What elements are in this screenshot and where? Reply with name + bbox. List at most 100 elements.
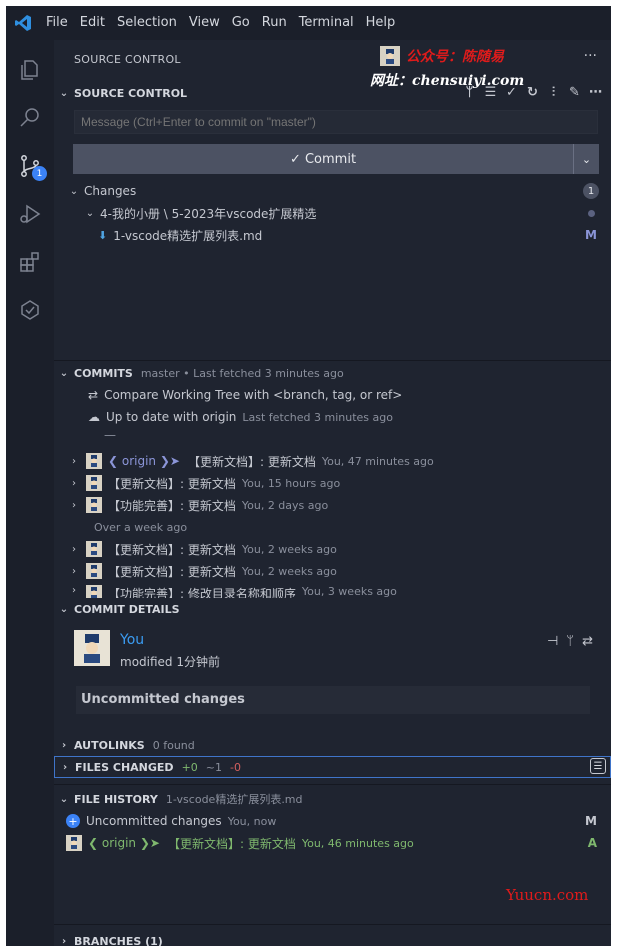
activity-bar: 1 (6, 40, 54, 946)
commit-row[interactable]: › 【更新文档】: 更新文档 You, 2 weeks ago (54, 560, 611, 582)
compare-working-tree[interactable]: ⇄ Compare Working Tree with <branch, tag… (54, 384, 611, 406)
compare-icon[interactable]: ⇄ (582, 634, 593, 649)
author-name[interactable]: You (120, 632, 144, 648)
author-avatar (74, 630, 110, 666)
uncommitted-changes-box: Uncommitted changes (76, 686, 590, 714)
files-changed-inner: › FILES CHANGED +0 ~1 -0 ☰ (55, 757, 610, 777)
commit-button[interactable]: ✓ Commit ⌄ (73, 144, 599, 174)
more-icon[interactable]: ⋯ (588, 85, 603, 100)
up-to-date-sub: Last fetched 3 minutes ago (242, 410, 393, 424)
scm-badge: 1 (32, 166, 47, 181)
source-control-icon[interactable]: 1 (6, 142, 54, 190)
extensions-icon[interactable] (6, 238, 54, 286)
modified-time: modified 1分钟前 (120, 655, 220, 669)
commits-subtitle: master • Last fetched 3 minutes ago (140, 366, 344, 380)
autolinks-sub: 0 found (152, 738, 195, 752)
file-history-title: FILE HISTORY (74, 792, 158, 806)
chevron-right-icon: › (72, 499, 76, 511)
chevron-down-icon: ⌄ (59, 793, 69, 805)
commit-meta: You, 15 hours ago (241, 476, 341, 490)
menu-go[interactable]: Go (226, 6, 256, 40)
commits-section-header[interactable]: ⌄ COMMITS master • Last fetched 3 minute… (54, 362, 611, 384)
scm-section-header[interactable]: ⌄ SOURCE CONTROL ᛘ ☰ ✓ ↻ ⫶ ✎ ⋯ (54, 82, 611, 104)
menu-terminal[interactable]: Terminal (293, 6, 360, 40)
history-row[interactable]: + Uncommitted changes You, now M (54, 810, 611, 832)
history-row2-msg: 【更新文档】: 更新文档 (167, 836, 296, 851)
source-control-sidebar: SOURCE CONTROL ··· 公众号：陈随易 网址：chensuiyi.… (54, 40, 611, 946)
branches-header[interactable]: › BRANCHES (1) (54, 930, 611, 947)
commits-divider: — (54, 424, 611, 446)
commit-message-input[interactable] (74, 110, 598, 134)
history-row1-label: Uncommitted changes (86, 814, 222, 828)
list-view-icon[interactable]: ☰ (483, 85, 498, 100)
avatar (86, 475, 102, 491)
files-modified: ~1 (205, 760, 222, 774)
graph-icon[interactable]: ⫶ (546, 85, 561, 100)
changes-label: Changes (84, 184, 137, 198)
branch-icon[interactable]: ᛘ (566, 634, 574, 649)
vscode-window: File Edit Selection View Go Run Terminal… (6, 6, 611, 946)
commit-row[interactable]: › 【更新文档】: 更新文档 You, 2 weeks ago (54, 538, 611, 560)
testing-icon[interactable] (6, 286, 54, 334)
watermark-author: 公众号：陈随易 (380, 46, 504, 66)
check-icon[interactable]: ✓ (504, 85, 519, 100)
files-deleted: -0 (230, 760, 241, 774)
divider-dash: — (104, 428, 116, 442)
compare-label: Compare Working Tree with <branch, tag, … (104, 388, 403, 402)
commit-meta: You, 2 weeks ago (241, 542, 337, 556)
markdown-file-icon: ⬇ (98, 228, 108, 242)
commit-msg: 【功能完善】: 更新文档 (108, 498, 236, 513)
menu-help[interactable]: Help (360, 6, 402, 40)
commit-msg: 【更新文档】: 更新文档 (108, 564, 236, 579)
menu-file[interactable]: File (40, 6, 74, 40)
uncommitted-icon: + (66, 814, 80, 828)
changes-group[interactable]: ⌄ Changes 1 (54, 180, 611, 202)
section-divider (54, 360, 611, 361)
origin-tag: ❮ origin ❯➤ (108, 454, 180, 468)
scm-toolbar: ᛘ ☰ ✓ ↻ ⫶ ✎ ⋯ (462, 85, 603, 100)
commit-msg: 【更新文档】: 更新文档 (108, 542, 236, 557)
view-as-tree-icon[interactable]: ☰ (590, 758, 606, 774)
sidebar-more-icon[interactable]: ··· (584, 48, 597, 64)
explorer-icon[interactable] (6, 46, 54, 94)
branch-icon[interactable]: ᛘ (462, 85, 477, 100)
commit-button-label: ✓ Commit (289, 151, 357, 167)
files-changed-header[interactable]: › FILES CHANGED +0 ~1 -0 ☰ (54, 756, 611, 778)
autolinks-title: AUTOLINKS (74, 738, 145, 752)
commit-row[interactable]: › 【功能完善】: 更新文档 You, 2 days ago (54, 494, 611, 516)
commit-msg: 【功能完善】: 修改目录名称和顺序 (108, 587, 296, 598)
commit-meta: You, 3 weeks ago (301, 585, 397, 598)
folder-item[interactable]: ⌄ 4-我的小册 \ 5-2023年vscode扩展精选 (54, 202, 611, 224)
file-history-header[interactable]: ⌄ FILE HISTORY 1-vscode精选扩展列表.md (54, 788, 611, 810)
group-label: Over a week ago (94, 520, 188, 534)
cloud-icon: ☁ (88, 410, 100, 424)
commit-dropdown-icon[interactable]: ⌄ (573, 144, 599, 174)
menu-selection[interactable]: Selection (111, 6, 183, 40)
menu-view[interactable]: View (183, 6, 226, 40)
autolinks-header[interactable]: › AUTOLINKS 0 found (54, 734, 611, 756)
history-row1-meta: You, now (227, 814, 277, 828)
watermark-line1: 公众号：陈随易 (406, 49, 504, 65)
commit-details-header[interactable]: ⌄ COMMIT DETAILS (54, 598, 611, 620)
commit-row[interactable]: › ❮ origin ❯➤ 【更新文档】: 更新文档 You, 47 minut… (54, 450, 611, 472)
up-to-date-label: Up to date with origin (106, 410, 237, 424)
commit-row[interactable]: › 【功能完善】: 修改目录名称和顺序 You, 3 weeks ago (54, 582, 611, 598)
menu-edit[interactable]: Edit (74, 6, 111, 40)
chevron-right-icon: › (72, 455, 76, 467)
avatar (86, 497, 102, 513)
search-icon[interactable] (6, 94, 54, 142)
history-row[interactable]: ❮ origin ❯➤ 【更新文档】: 更新文档 You, 46 minutes… (54, 832, 611, 854)
menu-run[interactable]: Run (256, 6, 293, 40)
chevron-down-icon: ⌄ (59, 603, 69, 615)
changed-file-name: 1-vscode精选扩展列表.md (113, 228, 263, 243)
refresh-icon[interactable]: ↻ (525, 85, 540, 100)
edit-icon[interactable]: ✎ (567, 85, 582, 100)
history-row1-status: M (585, 814, 597, 828)
pin-icon[interactable]: ⊣ (547, 634, 558, 649)
run-debug-icon[interactable] (6, 190, 54, 238)
avatar (86, 453, 102, 469)
chevron-right-icon: › (72, 477, 76, 489)
watermark-avatar (380, 46, 400, 66)
commit-row[interactable]: › 【更新文档】: 更新文档 You, 15 hours ago (54, 472, 611, 494)
changed-file-item[interactable]: ⬇ 1-vscode精选扩展列表.md M (54, 224, 611, 246)
